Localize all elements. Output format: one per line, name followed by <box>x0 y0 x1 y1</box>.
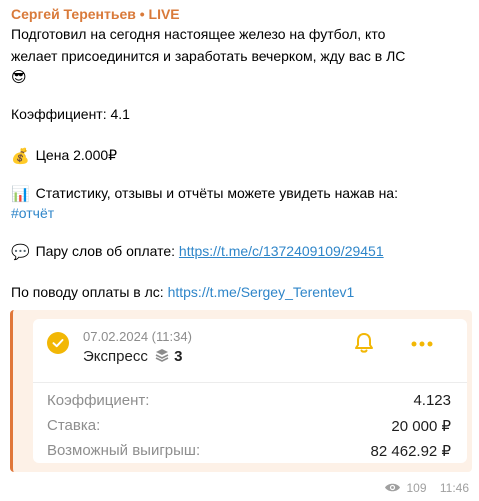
more-dots-icon[interactable] <box>411 341 433 347</box>
row-label: Ставка: <box>47 417 101 434</box>
bet-row-payout: Возможный выигрыш: 82 462.92 ₽ <box>47 442 451 460</box>
bet-date: 07.02.2024 (11:34) <box>83 329 192 344</box>
payment-text: Пару слов об оплате: <box>35 243 179 259</box>
bet-type: Экспресс 3 <box>83 348 183 365</box>
stats-text: Статистику, отзывы и отчёты можете увиде… <box>35 185 398 201</box>
stack-icon <box>155 349 169 362</box>
eye-icon <box>385 483 401 492</box>
speech-bubble-emoji-icon: 💬 <box>11 244 30 261</box>
row-label: Коэффициент: <box>47 392 150 409</box>
contact-line: По поводу оплаты в лс: https://t.me/Serg… <box>11 283 471 302</box>
bell-icon[interactable] <box>352 331 376 355</box>
intro-line-1: Подготовил на сегодня настоящее железо н… <box>11 26 386 42</box>
bet-row-stake: Ставка: 20 000 ₽ <box>47 417 451 435</box>
row-value: 20 000 ₽ <box>391 418 451 435</box>
intro-line-2: желает присоединится и заработать вечерк… <box>11 48 406 64</box>
intro-emoji-line: 😎 <box>11 67 471 87</box>
coefficient-line: Коэффициент: 4.1 <box>11 106 130 122</box>
price-text: Цена 2.000₽ <box>35 147 118 163</box>
bet-card-header: 07.02.2024 (11:34) Экспресс 3 <box>33 319 467 383</box>
view-count: 109 <box>406 481 427 495</box>
hashtag-line: #отчёт <box>11 204 471 223</box>
bet-row-coefficient: Коэффициент: 4.123 <box>47 392 451 409</box>
row-label: Возможный выигрыш: <box>47 442 201 459</box>
row-value: 82 462.92 ₽ <box>370 443 451 460</box>
bet-type-label: Экспресс <box>83 348 148 365</box>
money-bag-emoji-icon: 💰 <box>11 148 30 165</box>
row-value: 4.123 <box>413 392 451 409</box>
events-count: 3 <box>174 348 183 365</box>
payment-line: 💬 Пару слов об оплате: https://t.me/c/13… <box>11 242 471 262</box>
message-footer: 109 11:46 <box>384 481 469 495</box>
price-line: 💰 Цена 2.000₽ <box>11 146 471 166</box>
stats-line: 📊 Статистику, отзывы и отчёты можете уви… <box>11 184 471 204</box>
contact-text: По поводу оплаты в лс: <box>11 284 168 300</box>
bet-preview-quote[interactable]: 07.02.2024 (11:34) Экспресс 3 Коэффициен… <box>10 310 472 472</box>
message-time: 11:46 <box>439 481 469 495</box>
sunglasses-emoji-icon: 😎 <box>11 69 27 86</box>
report-hashtag-link[interactable]: #отчёт <box>11 205 54 221</box>
contact-link[interactable]: https://t.me/Sergey_Terentev1 <box>168 284 355 300</box>
chart-emoji-icon: 📊 <box>11 186 30 203</box>
payment-link[interactable]: https://t.me/c/1372409109/29451 <box>179 243 384 259</box>
bet-card[interactable]: 07.02.2024 (11:34) Экспресс 3 Коэффициен… <box>33 319 467 463</box>
check-circle-icon <box>47 332 69 354</box>
message-author[interactable]: Сергей Терентьев • LIVE <box>11 6 180 22</box>
